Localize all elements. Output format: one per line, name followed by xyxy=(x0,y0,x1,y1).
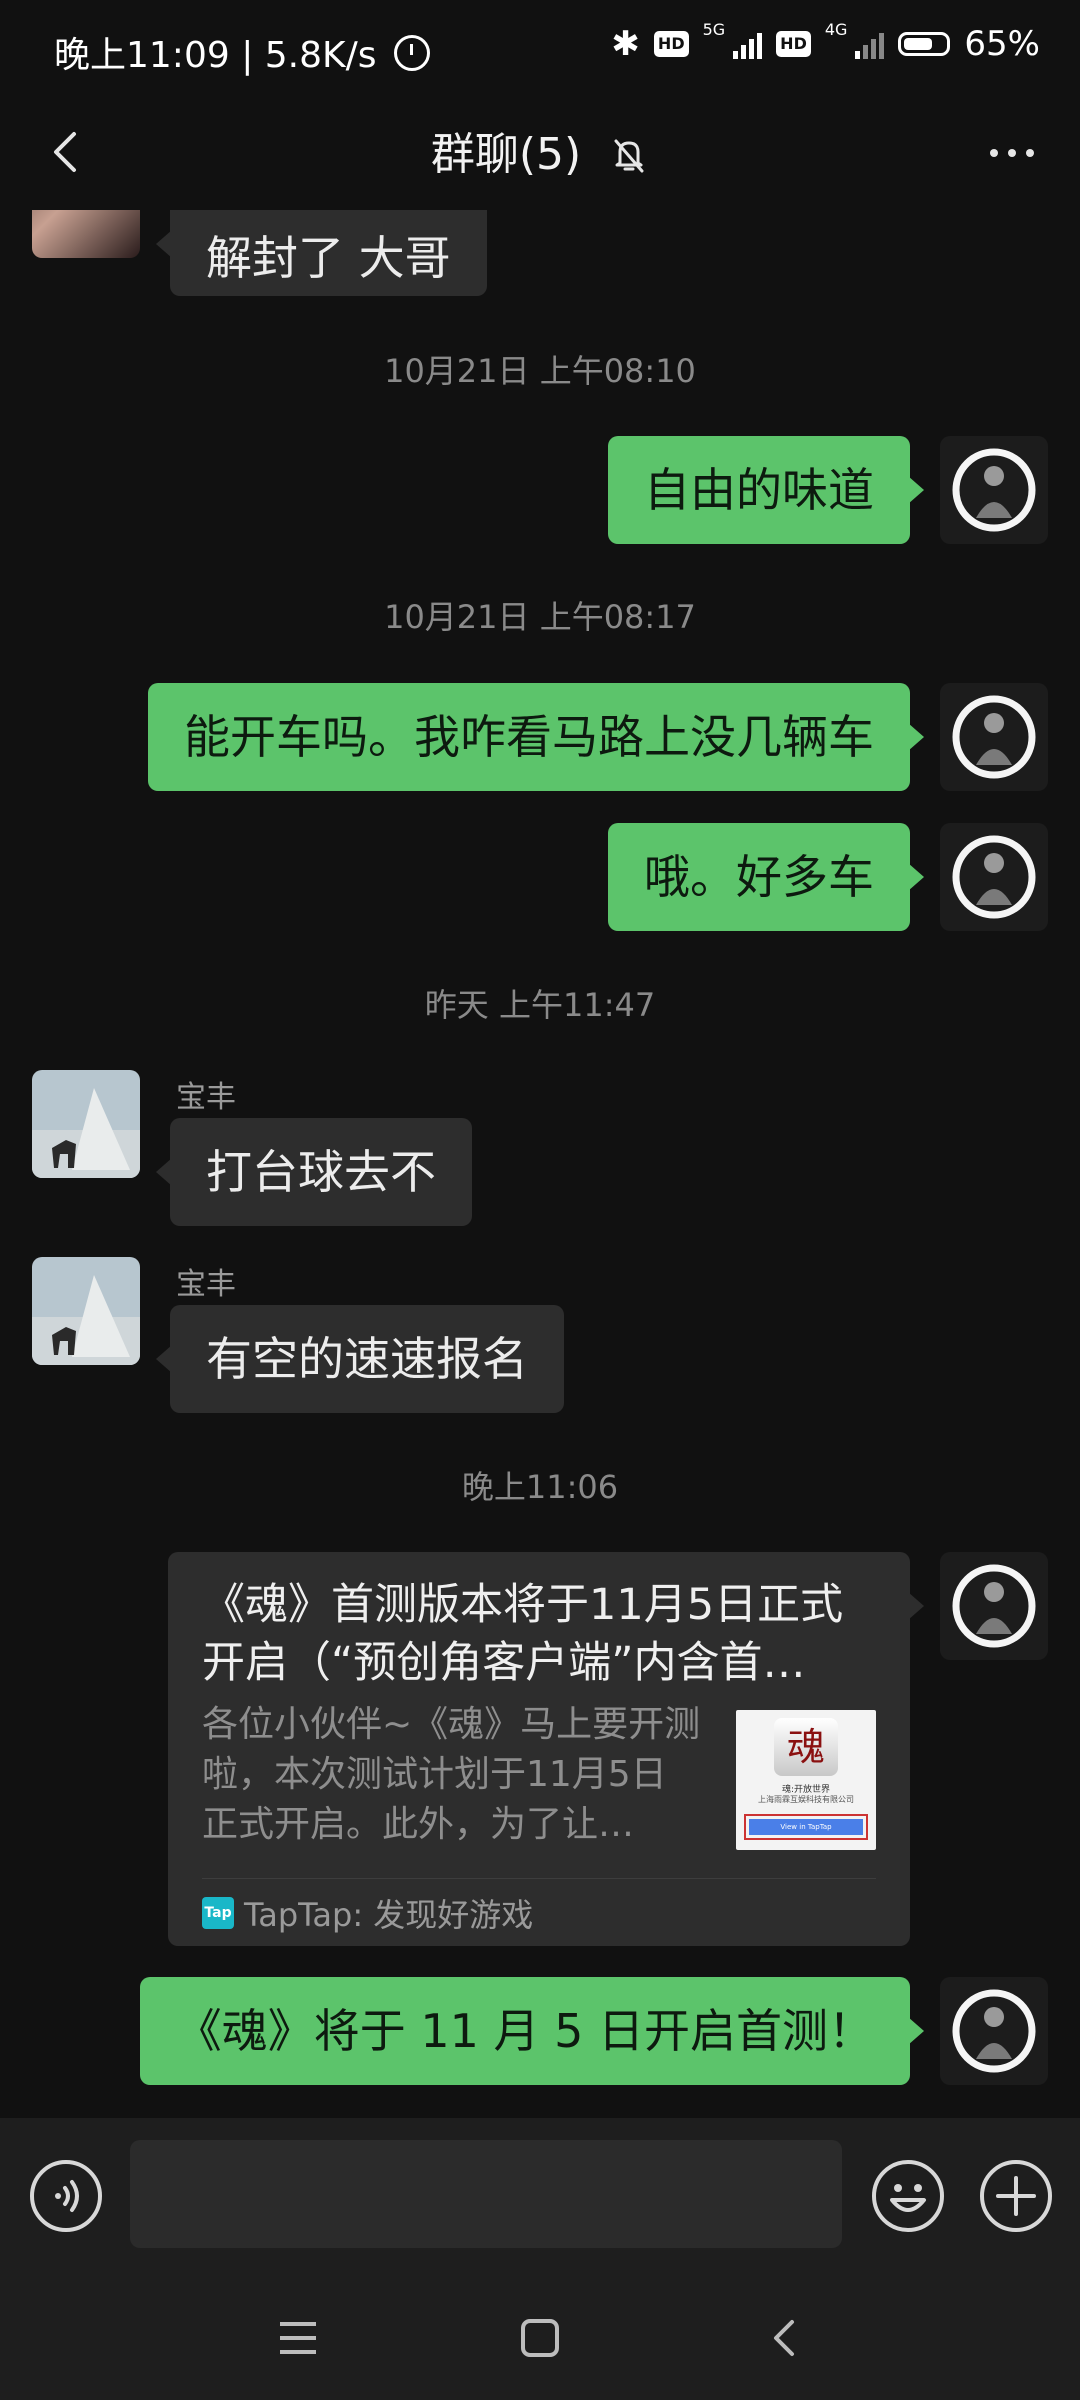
avatar-self[interactable] xyxy=(940,823,1048,931)
baofeng-avatar-image xyxy=(32,1070,140,1178)
menu-icon[interactable] xyxy=(276,2316,320,2360)
network-type-1: 5G xyxy=(702,20,726,39)
network-type-2: 4G xyxy=(824,20,848,39)
hd-badge-1: HD xyxy=(653,31,689,57)
card-divider xyxy=(202,1878,876,1879)
system-navigation-bar xyxy=(0,2274,1080,2400)
avatar-self[interactable] xyxy=(940,1552,1048,1660)
timestamp: 10月21日 上午08:17 xyxy=(384,598,696,636)
plus-icon[interactable] xyxy=(978,2158,1054,2234)
avatar-self[interactable] xyxy=(940,683,1048,791)
avatar-self[interactable] xyxy=(940,1977,1048,2085)
card-title: 《魂》首测版本将于11月5日正式开启（“预创角客户端”内含首… xyxy=(202,1580,844,1688)
back-nav-icon[interactable] xyxy=(762,2316,806,2360)
alarm-icon xyxy=(393,35,430,71)
signal-icon xyxy=(733,29,763,59)
avatar-contact-1[interactable] xyxy=(32,210,140,258)
network-speed: 5.8K/s xyxy=(264,35,377,76)
card-description: 各位小伙伴~《魂》马上要开测啦，本次测试计划于11月5日正式开启。此外，为了让… xyxy=(202,1704,701,1845)
card-thumbnail: 魂 魂:开放世界 上海雨霖互娱科技有限公司 View in TapTap xyxy=(736,1710,876,1850)
timestamp: 晚上11:06 xyxy=(461,1468,619,1506)
status-left: 晚上11:09 | 5.8K/s xyxy=(54,26,430,78)
battery-icon xyxy=(898,32,951,56)
thumb-button: View in TapTap xyxy=(749,1819,863,1835)
status-bar: 晚上11:09 | 5.8K/s ✱ HD 5G HD 4G 65% xyxy=(0,0,1080,100)
home-icon[interactable] xyxy=(518,2316,562,2360)
timestamp: 10月21日 上午08:10 xyxy=(384,352,696,390)
self-avatar-image xyxy=(940,1552,1048,1660)
self-avatar-image xyxy=(940,683,1048,791)
battery-level: 65% xyxy=(964,24,1040,64)
hd-badge-2: HD xyxy=(776,31,811,57)
avatar-self[interactable] xyxy=(940,436,1048,544)
emoji-icon[interactable] xyxy=(870,2158,946,2234)
chat-title: 群聊(5) xyxy=(430,129,582,180)
self-avatar-image xyxy=(940,823,1048,931)
self-avatar-image xyxy=(940,1977,1048,2085)
status-time: 晚上11:09 xyxy=(54,35,230,76)
message-list[interactable]: 解封了 大哥 10月21日 上午08:10 自由的味道 10月21日 上午08:… xyxy=(0,210,1080,2118)
sender-name: 宝丰 xyxy=(176,1267,236,1302)
input-bar xyxy=(0,2118,1080,2274)
message-bubble[interactable]: 能开车吗。我咋看马路上没几辆车 xyxy=(148,683,924,791)
chat-header: 群聊(5) xyxy=(0,100,1080,210)
timestamp: 昨天 上午11:47 xyxy=(424,986,656,1024)
message-bubble[interactable]: 哦。好多车 xyxy=(608,823,924,931)
sender-name: 宝丰 xyxy=(176,1080,236,1115)
message-bubble[interactable]: 有空的速速报名 xyxy=(156,1305,564,1413)
message-bubble[interactable]: 解封了 大哥 xyxy=(156,210,487,296)
chat-title-wrap: 群聊(5) xyxy=(0,118,1080,182)
status-right: ✱ HD 5G HD 4G 65% xyxy=(611,20,1040,65)
link-card[interactable]: 《魂》首测版本将于11月5日正式开启（“预创角客户端”内含首… 各位小伙伴~《魂… xyxy=(168,1552,924,1946)
more-icon[interactable] xyxy=(980,128,1044,178)
baofeng-avatar-image xyxy=(32,1257,140,1365)
message-bubble[interactable]: 自由的味道 xyxy=(608,436,924,544)
game-logo: 魂 xyxy=(774,1718,838,1776)
thumb-button-frame: View in TapTap xyxy=(744,1814,868,1840)
message-bubble[interactable]: 打台球去不 xyxy=(156,1118,472,1226)
message-input[interactable] xyxy=(130,2140,842,2248)
card-source-label: TapTap: 发现好游戏 xyxy=(244,1896,534,1934)
signal-icon-2 xyxy=(855,29,885,59)
avatar-baofeng[interactable] xyxy=(32,1070,140,1178)
thumb-line2: 上海雨霖互娱科技有限公司 xyxy=(758,1795,854,1804)
message-bubble[interactable]: 《魂》将于 11 月 5 日开启首测！ xyxy=(139,1977,925,2085)
bluetooth-icon: ✱ xyxy=(611,24,640,64)
voice-icon[interactable] xyxy=(28,2158,104,2234)
taptap-icon: Tap xyxy=(202,1897,234,1929)
self-avatar-image xyxy=(940,436,1048,544)
avatar-baofeng[interactable] xyxy=(32,1257,140,1365)
card-source: Tap TapTap: 发现好游戏 xyxy=(202,1890,533,1936)
mute-bell-icon xyxy=(614,139,644,173)
